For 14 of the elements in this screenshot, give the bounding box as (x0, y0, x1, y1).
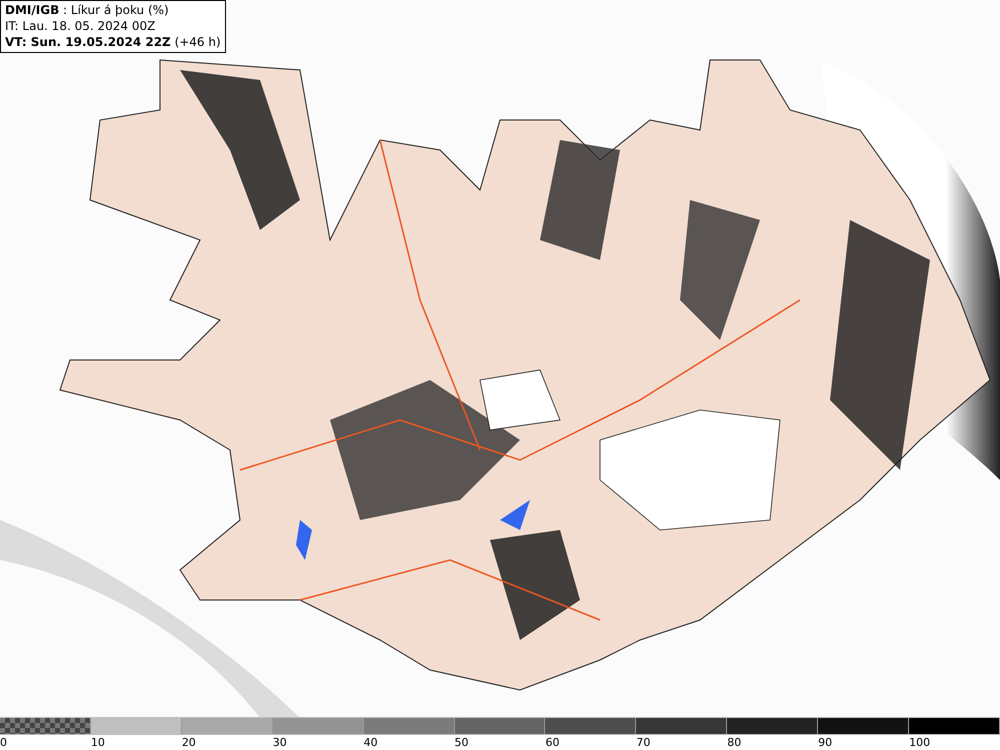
issue-time: IT: Lau. 18. 05. 2024 00Z (5, 19, 156, 34)
legend-label: 30 (272, 736, 287, 749)
valid-time: VT: Sun. 19.05.2024 22Z (+46 h) (5, 35, 221, 50)
legend-label: 60 (545, 736, 560, 749)
legend-label: 40 (364, 736, 378, 749)
legend-label: 10 (90, 736, 105, 749)
legend-label: 0 (0, 736, 7, 749)
legend-label: 90 (818, 736, 832, 749)
legend-label: 70 (636, 736, 650, 749)
map-title: DMI/IGB : Líkur á þoku (%) (5, 3, 170, 18)
legend-label: 100 (909, 736, 930, 749)
legend-label: 80 (727, 736, 742, 749)
legend-label: 50 (454, 736, 469, 749)
legend-label: 20 (182, 736, 196, 749)
